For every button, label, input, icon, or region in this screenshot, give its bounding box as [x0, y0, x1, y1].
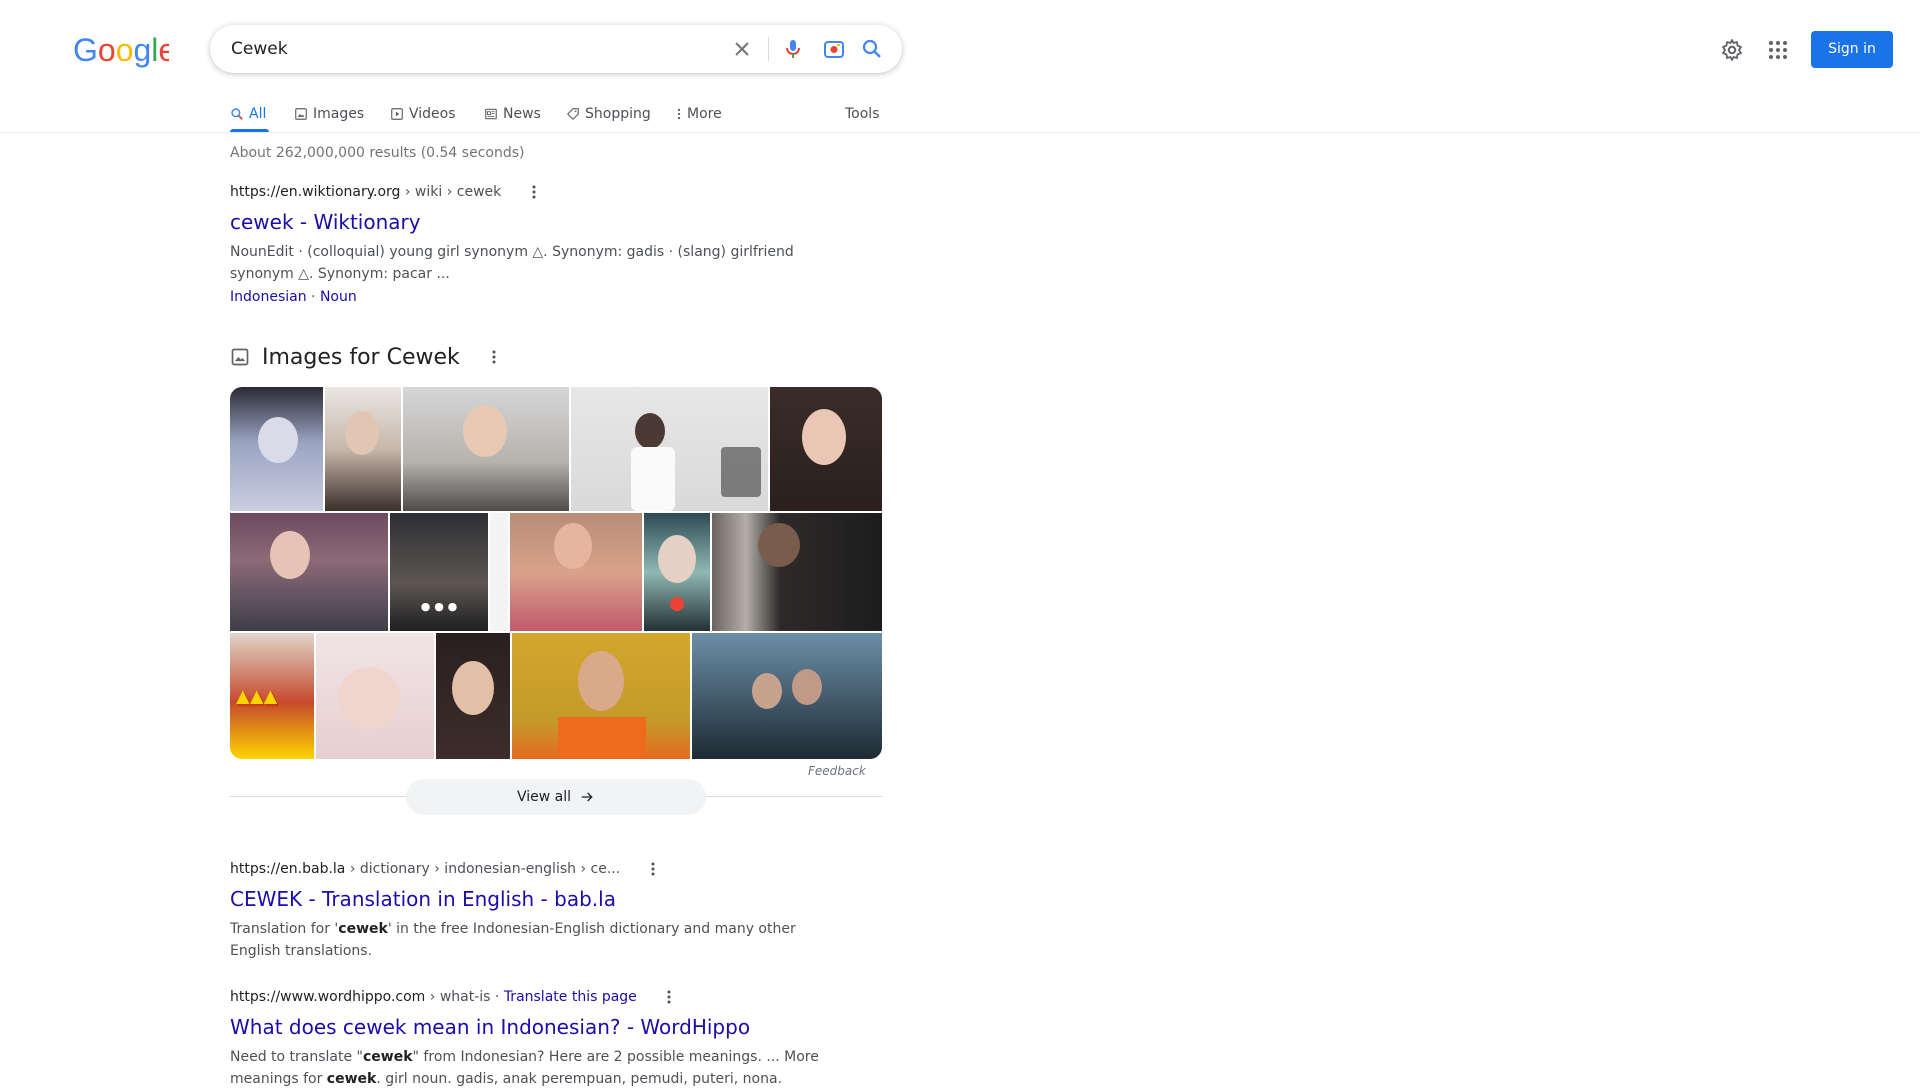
result-url[interactable]: https://en.wiktionary.org › wiki › cewek: [230, 181, 830, 203]
result-snippet: NounEdit · (colloquial) young girl synon…: [230, 244, 794, 282]
header-divider: [0, 132, 1920, 133]
image-grid: ● ● ● ▲▲▲: [230, 387, 882, 759]
result-title-link[interactable]: What does cewek mean in Indonesian? - Wo…: [230, 1014, 830, 1040]
search-result: https://en.wiktionary.org › wiki › cewek…: [230, 181, 830, 308]
tab-more[interactable]: More: [676, 96, 722, 132]
tab-images[interactable]: Images: [294, 96, 364, 132]
search-icon[interactable]: [860, 37, 884, 61]
image-thumbnail[interactable]: [692, 633, 882, 759]
microphone-icon[interactable]: [781, 37, 805, 61]
result-title-link[interactable]: CEWEK - Translation in English - bab.la: [230, 886, 830, 912]
image-icon: [295, 108, 307, 120]
more-vert-icon[interactable]: [645, 861, 661, 877]
image-thumbnail[interactable]: ▲▲▲: [230, 633, 314, 759]
search-box[interactable]: Cewek: [210, 25, 902, 73]
more-vert-icon[interactable]: [661, 989, 677, 1005]
result-stats: About 262,000,000 results (0.54 seconds): [230, 145, 525, 161]
image-thumbnail[interactable]: [712, 513, 882, 631]
search-result: https://www.wordhippo.com › what-is · Tr…: [230, 986, 830, 1090]
google-logo[interactable]: Google: [73, 32, 176, 68]
sublink-noun[interactable]: Noun: [320, 289, 357, 305]
image-thumbnail[interactable]: [644, 513, 710, 631]
news-icon: [485, 108, 497, 120]
image-thumbnail[interactable]: [316, 633, 434, 759]
result-url[interactable]: https://www.wordhippo.com › what-is · Tr…: [230, 986, 830, 1008]
image-thumbnail[interactable]: [325, 387, 401, 511]
image-thumbnail[interactable]: [490, 513, 508, 631]
tag-icon: [567, 108, 579, 120]
result-snippet: Translation for 'cewek' in the free Indo…: [230, 921, 796, 959]
image-thumbnail[interactable]: [436, 633, 510, 759]
tools-button[interactable]: Tools: [845, 96, 880, 132]
image-thumbnail[interactable]: [512, 633, 690, 759]
play-icon: [391, 108, 403, 120]
sign-in-button[interactable]: Sign in: [1811, 31, 1893, 68]
image-thumbnail[interactable]: [403, 387, 569, 511]
image-thumbnail[interactable]: [510, 513, 642, 631]
arrow-right-icon: [581, 792, 593, 802]
translate-page-link[interactable]: Translate this page: [504, 989, 637, 1005]
more-vert-icon[interactable]: [526, 184, 542, 200]
svg-text:Google: Google: [73, 32, 169, 68]
more-vert-icon: [677, 108, 681, 120]
search-input[interactable]: Cewek: [231, 25, 288, 73]
divider: [768, 37, 769, 61]
tab-shopping[interactable]: Shopping: [566, 96, 651, 132]
tab-news[interactable]: News: [484, 96, 541, 132]
close-icon[interactable]: [730, 37, 754, 61]
search-result: https://en.bab.la › dictionary › indones…: [230, 858, 830, 962]
images-section-title: Images for Cewek: [262, 345, 460, 370]
camera-lens-icon[interactable]: [822, 37, 846, 61]
image-thumbnail[interactable]: [571, 387, 768, 511]
apps-grid-icon[interactable]: [1766, 38, 1790, 62]
tab-videos[interactable]: Videos: [390, 96, 456, 132]
search-icon: [231, 108, 243, 120]
more-vert-icon[interactable]: [486, 349, 502, 365]
image-thumbnail[interactable]: [230, 387, 323, 511]
result-url[interactable]: https://en.bab.la › dictionary › indones…: [230, 858, 830, 880]
result-title-link[interactable]: cewek - Wiktionary: [230, 209, 830, 235]
result-sublinks: Indonesian · Noun: [230, 289, 357, 305]
image-thumbnail[interactable]: [770, 387, 882, 511]
image-icon: [231, 348, 249, 366]
view-all-button[interactable]: View all: [406, 779, 706, 815]
result-snippet: Need to translate "cewek" from Indonesia…: [230, 1049, 819, 1087]
image-thumbnail[interactable]: ● ● ●: [390, 513, 488, 631]
gear-icon[interactable]: [1720, 38, 1744, 62]
sublink-indonesian[interactable]: Indonesian: [230, 289, 307, 305]
tab-all[interactable]: All: [230, 96, 269, 132]
feedback-link[interactable]: Feedback: [808, 764, 866, 778]
image-thumbnail[interactable]: [230, 513, 388, 631]
